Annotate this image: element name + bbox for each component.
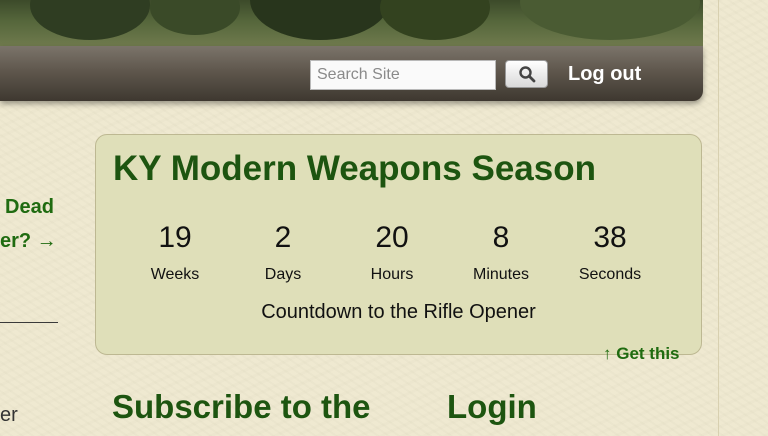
countdown-seconds: 38 Seconds [560, 220, 660, 284]
countdown-label: Hours [370, 266, 414, 283]
subscribe-heading: Subscribe to the [112, 388, 371, 425]
sidebar-divider [0, 322, 58, 323]
countdown-label: Seconds [578, 266, 642, 283]
search-input[interactable] [310, 60, 496, 90]
magnifier-icon [518, 66, 535, 83]
page-edge-divider [718, 0, 719, 436]
sidebar-text-fragment: er [0, 404, 18, 426]
header-banner-image [0, 0, 703, 46]
sidebar-link-line2[interactable]: er? → [0, 230, 57, 253]
countdown-minutes: 8 Minutes [451, 220, 551, 284]
countdown-weeks: 19 Weeks [125, 220, 225, 284]
countdown-title: KY Modern Weapons Season [113, 149, 596, 188]
search-button[interactable] [505, 60, 548, 88]
countdown-label: Weeks [150, 266, 200, 283]
sidebar-link-line1[interactable]: Dead [5, 196, 54, 219]
countdown-value: 2 [274, 221, 292, 254]
countdown-value: 19 [158, 221, 192, 254]
countdown-caption: Countdown to the Rifle Opener [261, 301, 536, 323]
countdown-widget: KY Modern Weapons Season 19 Weeks 2 Days… [95, 134, 702, 355]
get-this-link[interactable]: ↑ Get this [603, 344, 680, 364]
countdown-value: 38 [593, 221, 627, 254]
login-heading: Login [447, 388, 537, 425]
countdown-label: Days [264, 266, 302, 283]
countdown-value: 20 [375, 221, 409, 254]
countdown-value: 8 [492, 221, 510, 254]
countdown-hours: 20 Hours [342, 220, 442, 284]
navigation-bar: Log out [0, 46, 703, 101]
countdown-label: Minutes [472, 266, 530, 283]
countdown-days: 2 Days [233, 220, 333, 284]
logout-link[interactable]: Log out [568, 63, 641, 86]
